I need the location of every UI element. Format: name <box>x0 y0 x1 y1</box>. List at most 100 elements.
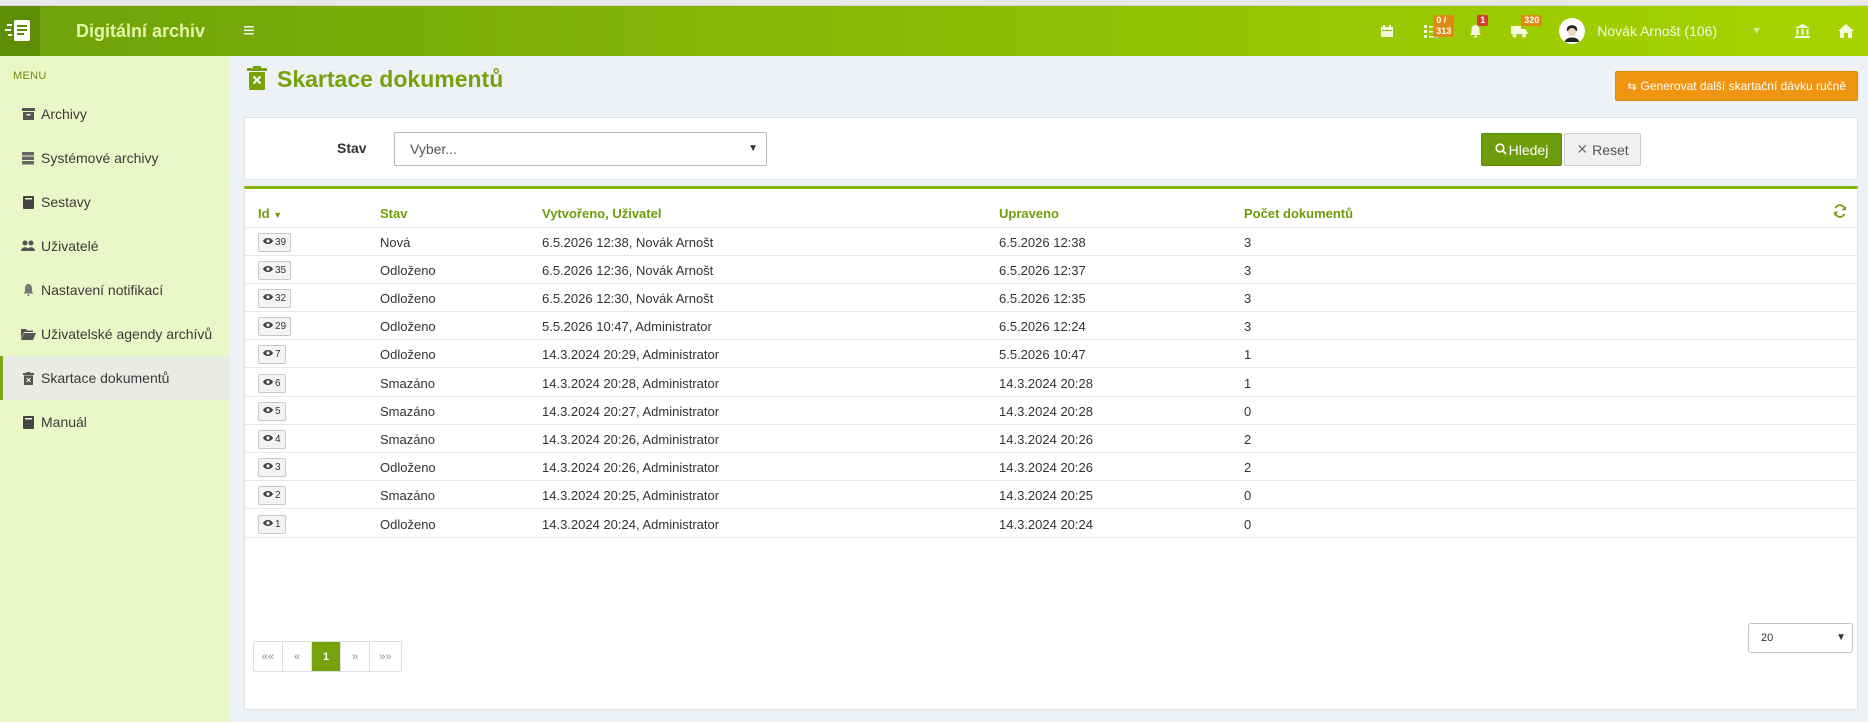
search-button[interactable]: Hledej <box>1481 133 1562 166</box>
eye-icon <box>263 434 273 445</box>
reset-button-label: Reset <box>1592 141 1629 158</box>
reset-button[interactable]: ✕ Reset <box>1564 133 1641 166</box>
cell-stav: Odloženo <box>380 347 436 362</box>
view-record-button[interactable]: 7 <box>258 345 286 364</box>
database-icon <box>20 151 36 165</box>
sidebar-item-uzivatele[interactable]: Uživatelé <box>0 224 229 268</box>
app-name[interactable]: Digitální archiv <box>76 21 205 42</box>
sidebar-item-uzivatelske-agendy[interactable]: Uživatelské agendy archívů <box>0 312 229 356</box>
search-icon <box>1495 142 1507 158</box>
main-content: Skartace dokumentů ⇆ Generovat další ska… <box>229 56 1868 722</box>
generate-batch-button[interactable]: ⇆ Generovat další skartační dávku ručně <box>1615 71 1858 101</box>
cell-vytvoreno: 14.3.2024 20:24, Administrator <box>542 517 720 532</box>
table-row: 5 Smazáno 14.3.2024 20:27, Administrator 14… <box>245 397 1857 425</box>
record-id: 32 <box>275 293 287 304</box>
view-record-button[interactable]: 3 <box>258 458 286 477</box>
cell-upraveno: 5.5.2026 10:47 <box>999 347 1086 362</box>
institution-icon[interactable] <box>1780 6 1824 56</box>
sort-desc-icon: ▼ <box>273 210 283 220</box>
cell-upraveno: 6.5.2026 12:37 <box>999 263 1086 278</box>
page-1-button[interactable]: 1 <box>312 642 341 671</box>
home-icon[interactable] <box>1824 6 1868 56</box>
view-record-button[interactable]: 39 <box>258 233 292 252</box>
cell-stav: Smazáno <box>380 376 435 391</box>
eye-icon <box>263 321 273 332</box>
chevron-down-icon[interactable]: ▼ <box>1751 25 1762 37</box>
first-page-button[interactable]: «« <box>254 642 283 671</box>
cell-vytvoreno: 5.5.2026 10:47, Administrator <box>542 319 712 334</box>
column-header-upraveno[interactable]: Upraveno <box>999 206 1059 221</box>
sidebar: MENU Archivy Systémové archivy Sestavy U… <box>0 56 229 722</box>
app-logo[interactable] <box>0 6 40 56</box>
previous-page-button[interactable]: « <box>283 642 312 671</box>
view-record-button[interactable]: 4 <box>258 430 286 449</box>
cell-stav: Odloženo <box>380 291 436 306</box>
sidebar-item-label: Systémové archivy <box>41 150 159 166</box>
sidebar-item-sestavy[interactable]: Sestavy <box>0 180 229 224</box>
view-record-button[interactable]: 29 <box>258 317 292 336</box>
view-record-button[interactable]: 35 <box>258 261 292 280</box>
users-icon <box>20 239 36 253</box>
column-header-vytvoreno[interactable]: Vytvořeno, Uživatel <box>542 206 661 221</box>
column-header-stav[interactable]: Stav <box>380 206 407 221</box>
cell-stav: Odloženo <box>380 319 436 334</box>
record-id: 35 <box>275 265 287 276</box>
header-actions: 0 / 313 1 320 Novák Arnošt (106) ▼ <box>1365 6 1868 56</box>
column-header-id[interactable]: Id ▼ <box>258 206 282 221</box>
pagination: «« « 1 » »» <box>253 641 402 672</box>
trash-icon <box>20 371 36 385</box>
column-header-pocet[interactable]: Počet dokumentů <box>1244 206 1353 221</box>
next-page-button[interactable]: » <box>341 642 370 671</box>
status-filter-value: Vyber... <box>410 141 457 157</box>
view-record-button[interactable]: 32 <box>258 289 292 308</box>
cell-stav: Odloženo <box>380 517 436 532</box>
page-size-select[interactable]: 20 ▼ <box>1748 623 1853 653</box>
eye-icon <box>263 462 273 473</box>
record-id: 2 <box>275 490 281 501</box>
sidebar-item-skartace-dokumentu[interactable]: Skartace dokumentů <box>0 356 229 400</box>
tasks-badge: 0 / 313 <box>1433 15 1455 37</box>
cell-upraveno: 14.3.2024 20:26 <box>999 432 1093 447</box>
transport-badge: 320 <box>1521 15 1543 26</box>
cell-upraveno: 6.5.2026 12:38 <box>999 235 1086 250</box>
cell-pocet: 1 <box>1244 347 1252 362</box>
cell-vytvoreno: 6.5.2026 12:30, Novák Arnošt <box>542 291 714 306</box>
record-id: 7 <box>275 349 281 360</box>
refresh-icon[interactable] <box>1833 204 1847 221</box>
page-header: Skartace dokumentů <box>247 66 503 93</box>
eye-icon <box>263 519 273 530</box>
status-filter-select[interactable]: Vyber... ▼ <box>394 132 767 166</box>
close-icon: ✕ <box>1576 141 1589 157</box>
table-row: 1 Odloženo 14.3.2024 20:24, Administrator 1… <box>245 510 1857 538</box>
sidebar-item-systemove-archivy[interactable]: Systémové archivy <box>0 136 229 180</box>
sidebar-item-label: Nastavení notifikací <box>41 282 164 298</box>
eye-icon <box>263 378 273 389</box>
user-name[interactable]: Novák Arnošt (106) <box>1597 23 1717 39</box>
cell-pocet: 2 <box>1244 432 1252 447</box>
sidebar-item-manual[interactable]: Manuál <box>0 400 229 444</box>
eye-icon <box>263 406 273 417</box>
cell-upraveno: 6.5.2026 12:35 <box>999 291 1086 306</box>
cell-upraveno: 14.3.2024 20:28 <box>999 376 1093 391</box>
book-icon <box>20 415 36 429</box>
calendar-icon[interactable] <box>1365 6 1409 56</box>
record-id: 4 <box>275 434 281 445</box>
truck-icon[interactable]: 320 <box>1497 6 1543 56</box>
last-page-button[interactable]: »» <box>370 642 401 671</box>
sidebar-item-archivy[interactable]: Archivy <box>0 92 229 136</box>
user-menu[interactable]: Novák Arnošt (106) ▼ <box>1559 18 1772 44</box>
table-row: 39 Nová 6.5.2026 12:38, Novák Arnošt 6.5.20… <box>245 228 1857 256</box>
sidebar-item-nastaveni-notifikaci[interactable]: Nastavení notifikací <box>0 268 229 312</box>
view-record-button[interactable]: 1 <box>258 515 286 534</box>
view-record-button[interactable]: 6 <box>258 374 286 393</box>
trash-icon <box>247 66 267 93</box>
cell-stav: Smazáno <box>380 488 435 503</box>
tasks-icon[interactable]: 0 / 313 <box>1409 6 1455 56</box>
notifications-bell-icon[interactable]: 1 <box>1453 6 1497 56</box>
bell-icon <box>20 283 36 297</box>
view-record-button[interactable]: 2 <box>258 486 286 505</box>
eye-icon <box>263 490 273 501</box>
view-record-button[interactable]: 5 <box>258 402 286 421</box>
hamburger-menu-icon[interactable]: ≡ <box>243 20 255 43</box>
cell-pocet: 0 <box>1244 488 1252 503</box>
